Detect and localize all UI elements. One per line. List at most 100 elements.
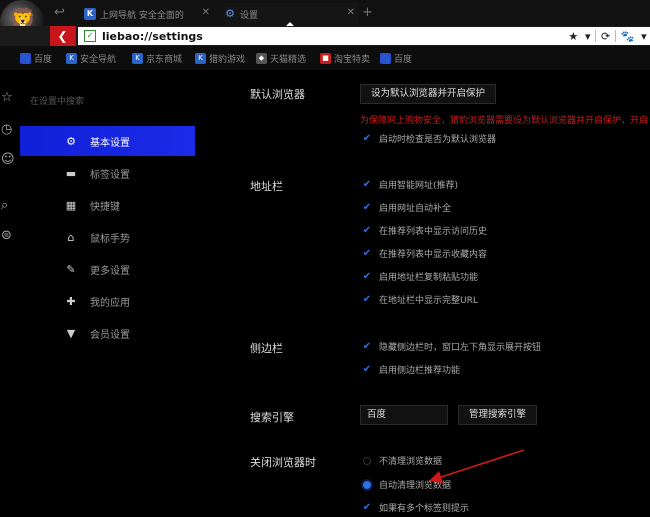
search-engine-select[interactable]: 百度 xyxy=(360,405,448,425)
bookmark-favicon: K xyxy=(66,53,77,64)
face-icon[interactable]: ☺ xyxy=(1,152,15,167)
tab-label: 设置 xyxy=(240,10,259,21)
back-button[interactable]: ❮ xyxy=(50,26,76,46)
checkbox-multi-tab-prompt[interactable]: ✔ 如果有多个标签则提示 xyxy=(360,501,469,514)
tag-icon: ■ xyxy=(320,53,331,64)
sidebar-item-basic[interactable]: ⚙ 基本设置 xyxy=(20,126,195,156)
paw-icon: 🐾 xyxy=(380,53,391,64)
checkbox-expand-button[interactable]: ✔ 隐藏侧边栏时，窗口左下角显示展开按钮 xyxy=(360,340,541,353)
manage-search-engines-button[interactable]: 管理搜索引擎 xyxy=(458,405,538,425)
sidebar-item-label: 会员设置 xyxy=(90,329,130,341)
refresh-icon[interactable]: ⟳ xyxy=(599,30,612,43)
option-label: 隐藏侧边栏时，窗口左下角显示展开按钮 xyxy=(379,343,542,353)
tab-back-icon[interactable]: ↩ xyxy=(54,5,65,20)
game-icon[interactable]: ⊜ xyxy=(1,228,12,243)
sidebar-item-tabs[interactable]: ▬ 标签设置 xyxy=(20,158,195,188)
radio-selected-icon xyxy=(363,480,371,489)
radio-auto-clear[interactable]: 自动清理浏览数据 xyxy=(360,478,451,491)
sidebar-item-mouse-gesture[interactable]: ⌂ 鼠标手势 xyxy=(20,222,195,252)
tab-navigation[interactable]: K 上网导航 安全全面的 ✕ xyxy=(84,3,214,25)
divider xyxy=(614,30,616,42)
check-icon: ✔ xyxy=(362,225,372,236)
tab-label: 上网导航 安全全面的 xyxy=(100,10,184,21)
option-label: 启用侧边栏推荐功能 xyxy=(379,366,461,376)
checkbox-show-history[interactable]: ✔ 在推荐列表中显示访问历史 xyxy=(360,224,487,237)
section-title-address-bar: 地址栏 xyxy=(250,180,283,193)
bookmark-item[interactable]: ◆ 天猫精选 xyxy=(256,52,306,65)
bookmark-item[interactable]: K 猎豹游戏 xyxy=(195,52,245,65)
divider xyxy=(595,30,597,42)
bookmark-label: 安全导航 xyxy=(80,55,117,65)
check-icon: ✔ xyxy=(362,341,372,352)
sidebar-item-apps[interactable]: ✚ 我的应用 xyxy=(20,286,195,316)
bookmark-item[interactable]: ■ 淘宝特卖 xyxy=(320,52,370,65)
clock-icon[interactable]: ◷ xyxy=(1,122,12,137)
settings-search-input[interactable] xyxy=(30,92,180,112)
select-value: 百度 xyxy=(367,409,387,420)
check-icon: ✔ xyxy=(362,502,372,513)
option-label: 启动时检查是否为默认浏览器 xyxy=(379,135,497,145)
bookmark-label: 京东商城 xyxy=(146,55,183,65)
bookmark-item[interactable]: 🐾 百度 xyxy=(380,52,412,65)
option-label: 在推荐列表中显示访问历史 xyxy=(379,227,488,237)
sidebar-item-vip[interactable]: ▼ 会员设置 xyxy=(20,318,195,348)
sidebar-item-label: 鼠标手势 xyxy=(90,233,130,245)
puzzle-icon: ✚ xyxy=(66,294,76,308)
sidebar-item-label: 基本设置 xyxy=(90,137,130,149)
chevron-down-icon[interactable]: ▾ xyxy=(639,30,649,43)
radio-keep-data[interactable]: 不清理浏览数据 xyxy=(360,454,442,467)
check-icon: ✔ xyxy=(362,248,372,259)
url-field[interactable]: ✓ liebao://settings xyxy=(78,27,565,45)
mouse-icon: ⌂ xyxy=(67,230,75,244)
option-label: 启用智能网址(推荐) xyxy=(379,181,459,191)
bookmark-label: 百度 xyxy=(394,55,413,65)
sidebar-item-more[interactable]: ✎ 更多设置 xyxy=(20,254,195,284)
sidebar-item-label: 我的应用 xyxy=(90,297,130,309)
check-icon: ✔ xyxy=(362,364,372,375)
wrench-icon: ✎ xyxy=(66,262,76,276)
set-default-browser-button[interactable]: 设为默认浏览器并开启保护 xyxy=(360,84,497,104)
section-title-on-close: 关闭浏览器时 xyxy=(250,456,316,469)
gear-icon: ⚙ xyxy=(66,134,76,148)
option-label: 在地址栏中显示完整URL xyxy=(379,296,478,306)
star-icon[interactable]: ★ xyxy=(566,30,580,43)
cat-icon: ◆ xyxy=(256,53,267,64)
option-label: 自动清理浏览数据 xyxy=(379,481,452,491)
option-label: 在推荐列表中显示收藏内容 xyxy=(379,250,488,260)
check-icon: ✔ xyxy=(362,179,372,190)
gear-icon: ⚙ xyxy=(225,7,235,20)
paw-icon: 🐾 xyxy=(20,53,31,64)
bookmark-label: 猎豹游戏 xyxy=(209,55,246,65)
check-icon: ✔ xyxy=(362,294,372,305)
section-title-search-engine: 搜索引擎 xyxy=(250,411,294,424)
address-tools: ★ ▾ ⟳ 🐾 ▾ xyxy=(565,27,650,45)
search-engine-icon[interactable]: 🐾 xyxy=(619,30,637,43)
bookmark-item[interactable]: K 京东商城 xyxy=(132,52,182,65)
tab-icon: ▬ xyxy=(65,166,77,180)
checkbox-autocomplete[interactable]: ✔ 启用网址自动补全 xyxy=(360,201,451,214)
bookmark-item[interactable]: K 安全导航 xyxy=(66,52,116,65)
star-icon[interactable]: ☆ xyxy=(1,90,13,105)
section-title-default-browser: 默认浏览器 xyxy=(250,88,305,101)
url-text: liebao://settings xyxy=(102,29,203,43)
checkbox-smart-url[interactable]: ✔ 启用智能网址(推荐) xyxy=(360,178,458,191)
bookmark-favicon: K xyxy=(132,53,143,64)
bookmark-item[interactable]: 🐾 百度 xyxy=(20,52,52,65)
sidebar-item-shortcuts[interactable]: ▦ 快捷键 xyxy=(20,190,195,220)
bookmark-favicon: K xyxy=(195,53,206,64)
checkbox-show-favorites[interactable]: ✔ 在推荐列表中显示收藏内容 xyxy=(360,247,487,260)
checkbox-sidebar-recommend[interactable]: ✔ 启用侧边栏推荐功能 xyxy=(360,363,460,376)
bookmark-label: 淘宝特卖 xyxy=(334,55,371,65)
new-tab-button[interactable]: + xyxy=(362,5,373,20)
checkbox-full-url[interactable]: ✔ 在地址栏中显示完整URL xyxy=(360,293,478,306)
sidebar-item-label: 快捷键 xyxy=(90,201,120,213)
close-icon[interactable]: ✕ xyxy=(202,7,210,18)
section-title-sidebar: 侧边栏 xyxy=(250,342,283,355)
close-icon[interactable]: ✕ xyxy=(347,7,355,18)
checkbox-check-default[interactable]: ✔ 启动时检查是否为默认浏览器 xyxy=(360,132,496,145)
chevron-down-icon[interactable]: ▾ xyxy=(583,30,593,43)
keyboard-icon: ▦ xyxy=(65,198,77,212)
check-icon: ✔ xyxy=(362,133,372,144)
search-icon[interactable]: ⌕ xyxy=(1,198,8,213)
checkbox-copy-paste[interactable]: ✔ 启用地址栏复制粘贴功能 xyxy=(360,270,478,283)
